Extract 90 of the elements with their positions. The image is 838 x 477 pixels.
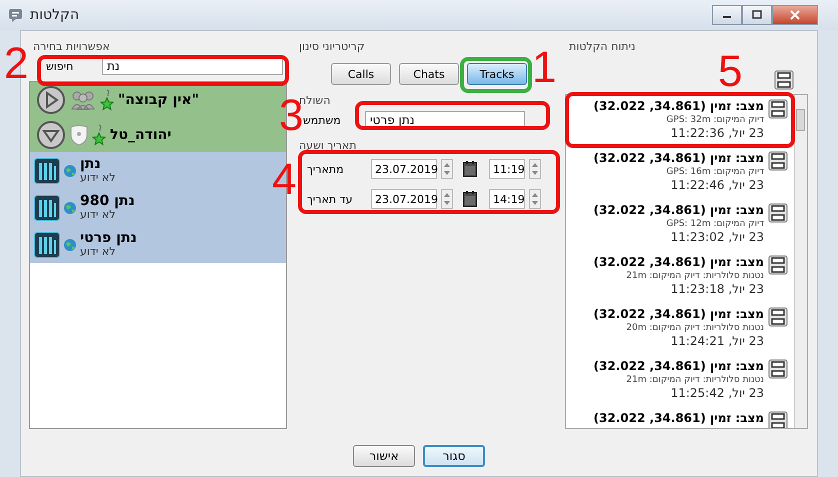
user-row[interactable]: נתן 980 לא ידוע: [30, 189, 286, 226]
user-label: משתמש: [303, 114, 342, 126]
spin-buttons[interactable]: [529, 159, 541, 179]
recording-item[interactable]: מצב: זמין (34.861, 32.022) דיוק המיקום: GPS: 32m 23 יול, 11:22:36: [566, 95, 794, 147]
user-row[interactable]: נתן פרטי לא ידוע: [30, 226, 286, 263]
recording-item[interactable]: מצב: זמין (34.861, 32.022) נטנות סלולריות: דיוק המיקום: 20m 23 יול, 11:24:21: [566, 303, 794, 355]
expand-icon[interactable]: [36, 84, 66, 114]
group-title: ניתוח הקלטות: [568, 39, 636, 55]
item-accuracy: נטנות סלולריות: דיוק המיקום: 21m: [626, 270, 764, 282]
signal-bars-icon: [34, 232, 60, 258]
filter-button[interactable]: Calls: [331, 63, 391, 85]
item-status: מצב: זמין (34.861, 32.022): [594, 203, 764, 218]
item-status: מצב: זמין (34.861, 32.022): [594, 151, 764, 166]
calendar-icon[interactable]: [463, 161, 477, 177]
item-time: 23 יול, 11:25:42: [670, 386, 764, 401]
save-icon[interactable]: [768, 359, 788, 379]
app-icon: [8, 7, 24, 23]
recording-item[interactable]: מצב: זמין (34.861, 32.022) נטנות סלולריות: דיוק המיקום: 21m 23 יול, 11:25:42: [566, 355, 794, 407]
save-icon[interactable]: [768, 99, 788, 119]
step-number: 2: [4, 42, 28, 86]
collapse-icon[interactable]: [36, 120, 66, 150]
minimize-button[interactable]: [712, 5, 742, 25]
item-accuracy: נטנות סלולריות: דיוק המיקום: 20m: [626, 322, 764, 334]
group-title: קריטריוני סינון: [298, 39, 366, 55]
item-status: מצב: זמין (34.861, 32.022): [594, 99, 764, 114]
close-button[interactable]: [772, 5, 818, 25]
item-status: מצב: זמין (34.861, 32.022): [594, 359, 764, 374]
filter-button[interactable]: Chats: [399, 63, 459, 85]
user-status: לא ידוע: [80, 172, 116, 184]
group-name: "אין קבוצה": [118, 92, 199, 108]
item-status: מצב: זמין (34.861, 32.022): [594, 411, 764, 426]
recording-item[interactable]: מצב: זמין (34.861, 32.022) דיוק המיקום: GPS: 16m 23 יול, 11:22:46: [566, 147, 794, 199]
item-accuracy: דיוק המיקום: GPS: 32m: [666, 114, 764, 126]
item-time: 23 יול, 11:22:36: [670, 126, 764, 141]
dialog-button[interactable]: סגור: [423, 445, 485, 467]
item-time: 23 יול, 11:22:46: [670, 178, 764, 193]
shield-icon: [70, 124, 88, 146]
date-field[interactable]: 23.07.2019: [371, 189, 437, 209]
item-time: 23 יול, 11:23:18: [670, 282, 764, 297]
filter-button[interactable]: Tracks: [467, 63, 527, 85]
item-accuracy: דיוק המיקום: GPS: 12m: [666, 218, 764, 230]
time-field[interactable]: 14:19: [489, 189, 525, 209]
time-field[interactable]: 11:19: [489, 159, 525, 179]
group-title: אפשרויות בחירה: [32, 39, 111, 55]
group-title: תאריך ושעה: [298, 138, 358, 154]
item-accuracy: דיוק המיקום: GPS: 16m: [666, 166, 764, 178]
recording-item[interactable]: מצב: זמין (34.861, 32.022) נטנות סלולריות: דיוק המיקום: 21m 23 יול, 11:23:18: [566, 251, 794, 303]
date-label: עד תאריך: [307, 192, 354, 206]
item-time: 23 יול, 11:24:21: [670, 334, 764, 349]
step-number: 5: [718, 50, 742, 94]
spin-buttons[interactable]: [441, 159, 453, 179]
save-icon[interactable]: [768, 151, 788, 171]
globe-icon: [63, 164, 77, 178]
globe-icon: [63, 238, 77, 252]
globe-icon: [63, 200, 77, 214]
person-star-icon: [92, 124, 106, 146]
item-accuracy: נטנות סלולריות: דיוק המיקום: 21m: [626, 374, 764, 386]
maximize-button[interactable]: [742, 5, 772, 25]
people-icon: [70, 90, 96, 110]
recording-item[interactable]: מצב: זמין (34.861, 32.022): [566, 407, 794, 428]
group-name: יהודה_טל: [110, 126, 172, 142]
item-status: מצב: זמין (34.861, 32.022): [594, 255, 764, 270]
spin-buttons[interactable]: [441, 189, 453, 209]
user-status: לא ידוע: [80, 246, 116, 258]
save-icon[interactable]: [768, 307, 788, 327]
maximize-icon: [752, 10, 762, 20]
search-label: חיפוש: [46, 60, 74, 72]
close-icon: [790, 10, 800, 20]
user-name: נתן 980: [80, 194, 135, 209]
user-status: לא ידוע: [80, 209, 116, 221]
save-icon[interactable]: [768, 255, 788, 275]
save-icon[interactable]: [768, 203, 788, 223]
signal-bars-icon: [34, 194, 60, 220]
scrollbar[interactable]: [794, 95, 807, 428]
window-title: הקלטות: [30, 7, 80, 23]
item-time: 23 יול, 11:23:02: [670, 230, 764, 245]
user-name: נתן: [80, 157, 102, 172]
spin-buttons[interactable]: [529, 189, 541, 209]
save-icon[interactable]: [774, 70, 794, 90]
calendar-icon[interactable]: [463, 191, 477, 207]
dialog-button[interactable]: אישור: [353, 445, 415, 467]
signal-bars-icon: [34, 158, 60, 184]
person-star-icon: [100, 88, 114, 110]
step-number: 1: [532, 46, 556, 90]
date-field[interactable]: 23.07.2019: [371, 159, 437, 179]
save-icon[interactable]: [768, 411, 788, 428]
item-status: מצב: זמין (34.861, 32.022): [594, 307, 764, 322]
user-name: נתן פרטי: [80, 231, 137, 246]
date-label: מתאריך: [307, 162, 345, 176]
recording-item[interactable]: מצב: זמין (34.861, 32.022) דיוק המיקום: GPS: 12m 23 יול, 11:23:02: [566, 199, 794, 251]
